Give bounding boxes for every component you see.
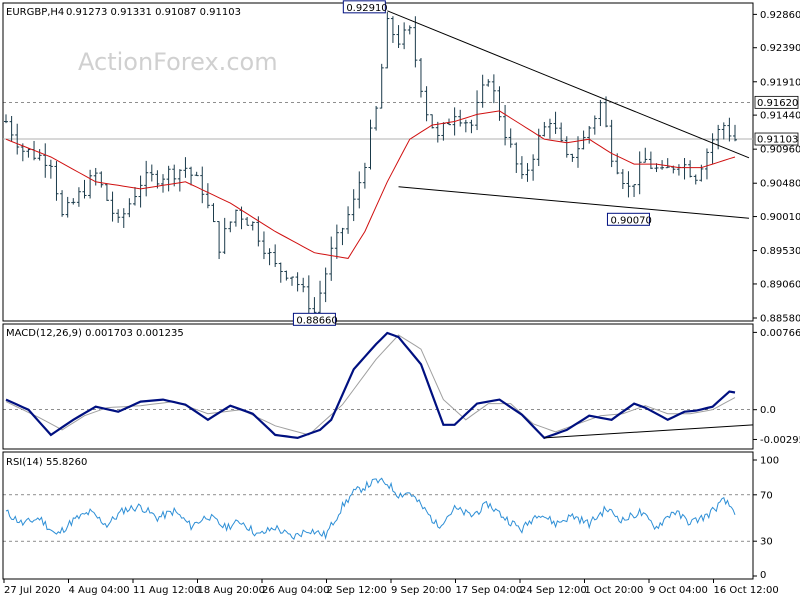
current-price-tag: 0.91103 bbox=[757, 135, 798, 146]
rsi-axis-label: 100 bbox=[760, 456, 779, 467]
rsi-title: RSI(14) 55.8260 bbox=[6, 457, 87, 468]
x-axis-label: 9 Sep 20:00 bbox=[391, 585, 451, 596]
macd-axis-label: 0.0 bbox=[760, 405, 776, 416]
chart-root: EURGBP,H4 0.91273 0.91331 0.91087 0.9110… bbox=[0, 0, 800, 600]
x-axis-label: 16 Oct 12:00 bbox=[714, 585, 779, 596]
x-axis-label: 17 Sep 04:00 bbox=[456, 585, 523, 596]
price-annotation-label: 0.88660 bbox=[296, 315, 337, 326]
rsi-axis-label: 0 bbox=[760, 570, 766, 581]
watermark: ActionForex.com bbox=[78, 48, 278, 76]
macd-title: MACD(12,26,9) 0.001703 0.001235 bbox=[6, 328, 184, 339]
x-axis-label: 9 Oct 04:00 bbox=[649, 585, 708, 596]
price-annotation-label: 0.92910 bbox=[346, 3, 387, 14]
resistance-level-tag: 0.91620 bbox=[757, 98, 798, 109]
forex-chart: EURGBP,H4 0.91273 0.91331 0.91087 0.9110… bbox=[0, 0, 800, 600]
price-axis-label: 0.91910 bbox=[760, 77, 800, 88]
rsi-axis-label: 30 bbox=[760, 537, 773, 548]
price-axis-label: 0.88580 bbox=[760, 314, 800, 325]
x-axis-label: 24 Sep 12:00 bbox=[520, 585, 587, 596]
macd-axis-label: -0.002952 bbox=[760, 435, 800, 446]
x-axis-label: 11 Aug 12:00 bbox=[133, 585, 200, 596]
price-annotation-label: 0.90070 bbox=[610, 215, 651, 226]
price-axis-label: 0.90960 bbox=[760, 145, 800, 156]
x-axis-label: 4 Aug 04:00 bbox=[69, 585, 130, 596]
x-axis-label: 1 Oct 20:00 bbox=[585, 585, 644, 596]
price-axis-label: 0.92860 bbox=[760, 10, 800, 21]
ohlc-readout: 0.91273 0.91331 0.91087 0.91103 bbox=[66, 7, 241, 18]
price-axis-label: 0.90480 bbox=[760, 179, 800, 190]
x-axis-label: 2 Sep 12:00 bbox=[327, 585, 387, 596]
price-axis-label: 0.92390 bbox=[760, 43, 800, 54]
rsi-axis-label: 70 bbox=[760, 490, 773, 501]
x-axis-label: 18 Aug 20:00 bbox=[198, 585, 265, 596]
symbol-label: EURGBP,H4 bbox=[6, 7, 64, 18]
macd-axis-label: 0.007663 bbox=[760, 328, 800, 339]
price-axis-label: 0.89060 bbox=[760, 279, 800, 290]
price-axis-label: 0.90010 bbox=[760, 212, 800, 223]
price-axis-label: 0.91440 bbox=[760, 111, 800, 122]
x-axis-label: 26 Aug 04:00 bbox=[262, 585, 329, 596]
x-axis-label: 27 Jul 2020 bbox=[4, 585, 61, 596]
price-axis-label: 0.89530 bbox=[760, 246, 800, 257]
